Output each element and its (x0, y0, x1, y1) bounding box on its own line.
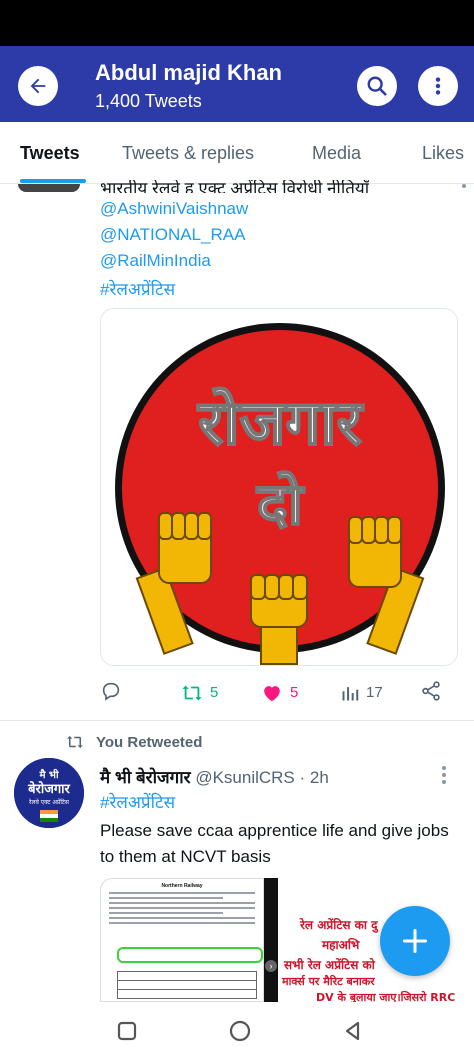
tweet-author-line: मै भी बेरोजगार @KsunilCRS · 2h (100, 765, 329, 788)
more-vertical-icon (435, 77, 441, 95)
tweet-menu-icon[interactable] (441, 766, 447, 786)
views-count: 17 (366, 684, 383, 701)
poster-line2: दो (256, 470, 305, 538)
retweet-banner: You Retweeted (64, 733, 202, 751)
views-button[interactable]: 17 (340, 680, 383, 706)
tweet-divider (0, 720, 474, 721)
mention-link[interactable]: @NATIONAL_RAA (100, 225, 245, 245)
tweet-image[interactable]: रोजगार दो (100, 308, 458, 666)
active-tab-indicator (20, 179, 86, 183)
share-button[interactable] (420, 680, 442, 702)
svg-text:बेरोजगार: बेरोजगार (27, 781, 70, 797)
compose-tweet-button[interactable] (380, 906, 450, 976)
profile-tabs: Tweets Tweets & replies Media Likes (0, 122, 474, 184)
tweet-menu-icon[interactable] (462, 184, 466, 188)
avatar-image: मै भी बेरोजगार रेलवे एक्ट अप्रेंटिस (14, 758, 84, 828)
tweet-text-partial: भारतीय रेलवे ह एक्ट अप्रेंटिस विरोधी नीत… (100, 180, 370, 193)
svg-text:रेलवे एक्ट अप्रेंटिस: रेलवे एक्ट अप्रेंटिस (28, 798, 69, 806)
tab-likes[interactable]: Likes (422, 143, 464, 164)
document-title: Northern Railway (161, 883, 203, 889)
profile-header: Abdul majid Khan 1,400 Tweets (0, 46, 474, 122)
tab-media[interactable]: Media (312, 143, 361, 164)
search-icon (367, 76, 387, 96)
reply-button[interactable] (100, 680, 128, 702)
arrow-left-icon (30, 78, 46, 94)
retweet-banner-text: You Retweeted (96, 733, 203, 751)
retweet-count: 5 (210, 684, 219, 701)
highlight-box (117, 947, 263, 963)
avatar[interactable]: मै भी बेरोजगार रेलवे एक्ट अप्रेंटिस (14, 758, 84, 828)
recents-square-icon[interactable] (116, 1020, 138, 1042)
back-triangle-icon[interactable] (342, 1020, 364, 1042)
rozgar-do-poster: रोजगार दो (115, 323, 445, 665)
mention-link[interactable]: @RailMinIndia (100, 251, 211, 271)
retweet-icon (67, 736, 83, 748)
hashtag-link[interactable]: #रेलअप्रेंटिस (100, 277, 175, 300)
share-icon (422, 681, 440, 701)
chevron-right-icon[interactable]: › (265, 960, 277, 972)
display-name[interactable]: मै भी बेरोजगार (100, 768, 191, 787)
image-divider (264, 878, 278, 1002)
hashtag-link[interactable]: #रेलअप्रेंटिस (100, 790, 175, 813)
retweet-button[interactable]: 5 (180, 680, 218, 706)
back-button[interactable] (18, 66, 58, 106)
more-options-button[interactable] (418, 66, 458, 106)
tweet-count: 1,400 Tweets (95, 91, 202, 111)
retweet-icon (182, 685, 202, 701)
like-count: 5 (290, 684, 299, 701)
plus-icon (402, 928, 428, 954)
svg-text:मै भी: मै भी (38, 768, 58, 781)
document-table (117, 971, 257, 999)
tab-tweets-replies[interactable]: Tweets & replies (122, 143, 254, 164)
status-bar (0, 0, 474, 46)
tab-tweets[interactable]: Tweets (20, 143, 80, 164)
search-button[interactable] (357, 66, 397, 106)
home-circle-icon[interactable] (228, 1019, 252, 1043)
handle[interactable]: @KsunilCRS (195, 768, 294, 787)
reply-icon (102, 682, 120, 701)
like-button[interactable]: 5 (260, 680, 298, 706)
poster-line1: रोजगार (197, 386, 364, 459)
mention-link[interactable]: @AshwiniVaishnaw (100, 199, 248, 219)
heart-icon (264, 686, 280, 702)
profile-name: Abdul majid Khan (95, 60, 282, 85)
tweet-text: Please save ccaa apprentice life and giv… (100, 821, 449, 866)
timestamp: · 2h (299, 768, 329, 787)
tweet-image-document[interactable]: Northern Railway (100, 878, 264, 1002)
system-navigation-bar (0, 1004, 474, 1059)
avatar[interactable] (18, 184, 80, 192)
tweet-actions: 5 5 17 (100, 680, 460, 708)
views-icon (342, 687, 359, 701)
